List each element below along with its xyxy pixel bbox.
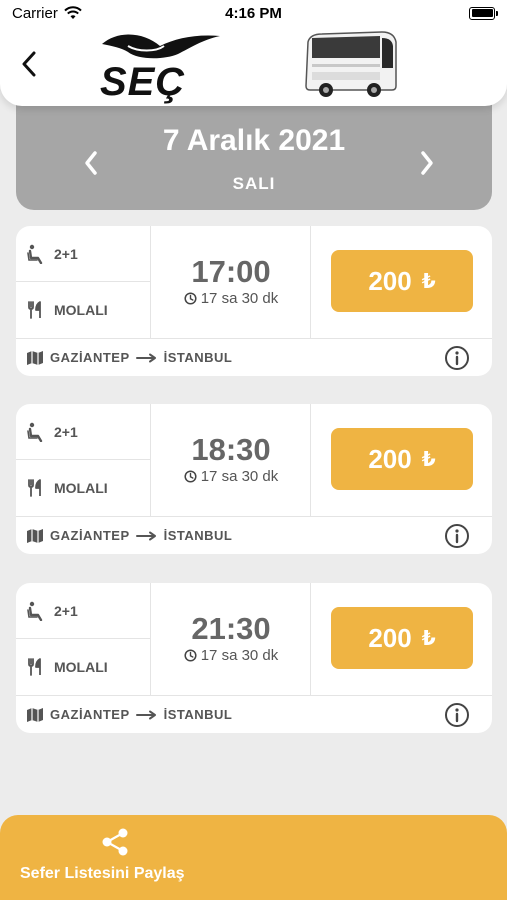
fork-knife-icon xyxy=(28,658,41,676)
clock-icon xyxy=(184,292,197,305)
break-label: MOLALI xyxy=(54,480,108,496)
status-left: Carrier xyxy=(12,5,82,22)
battery-icon xyxy=(469,6,498,20)
route-destination: İSTANBUL xyxy=(163,707,233,722)
seat-layout-label: 2+1 xyxy=(54,423,78,440)
break-info: MOLALI xyxy=(16,460,151,516)
price-button[interactable]: 200 ₺ xyxy=(331,250,473,312)
price-value: 200 xyxy=(368,622,412,653)
route-row: GAZİANTEP İSTANBUL xyxy=(16,516,492,554)
seat-icon xyxy=(27,601,43,621)
route-origin: GAZİANTEP xyxy=(50,350,130,365)
departure-time: 21:30 xyxy=(191,611,271,646)
seat-layout: 2+1 xyxy=(16,226,151,282)
share-list-button[interactable]: Sefer Listesini Paylaş xyxy=(0,815,507,900)
trip-duration: 17 sa 30 dk xyxy=(152,647,310,664)
seat-layout: 2+1 xyxy=(16,404,151,460)
seat-layout-label: 2+1 xyxy=(54,602,78,619)
bird-logo-icon xyxy=(102,34,220,59)
back-button[interactable] xyxy=(14,46,44,82)
price-button[interactable]: 200 ₺ xyxy=(331,428,473,490)
info-icon[interactable] xyxy=(444,702,470,728)
currency-symbol: ₺ xyxy=(421,270,436,293)
share-icon xyxy=(102,828,128,856)
price-value: 200 xyxy=(368,265,412,296)
price-button[interactable]: 200 ₺ xyxy=(331,607,473,669)
trip-card[interactable]: 2+1 MOLALI 18:30 17 sa 30 dk 200 ₺ GAZİA… xyxy=(16,404,492,554)
info-icon[interactable] xyxy=(444,523,470,549)
currency-symbol: ₺ xyxy=(421,448,436,471)
arrow-right-icon xyxy=(135,710,156,719)
route-origin: GAZİANTEP xyxy=(50,707,130,722)
chevron-right-icon xyxy=(421,151,433,175)
chevron-left-icon xyxy=(22,51,36,77)
seat-layout: 2+1 xyxy=(16,583,151,639)
map-icon xyxy=(27,350,43,365)
currency-symbol: ₺ xyxy=(421,627,436,650)
fork-knife-icon xyxy=(28,479,41,497)
route-row: GAZİANTEP İSTANBUL xyxy=(16,695,492,733)
map-icon xyxy=(27,707,43,722)
seat-icon xyxy=(27,422,43,442)
trip-duration: 17 sa 30 dk xyxy=(152,468,310,485)
route-origin: GAZİANTEP xyxy=(50,528,130,543)
wifi-icon xyxy=(64,6,82,19)
info-icon[interactable] xyxy=(444,345,470,371)
next-day-button[interactable] xyxy=(412,148,442,178)
departure-time: 17:00 xyxy=(191,254,271,289)
map-icon xyxy=(27,528,43,543)
break-label: MOLALI xyxy=(54,302,108,318)
status-bar: Carrier 4:16 PM xyxy=(0,0,507,26)
duration-label: 17 sa 30 dk xyxy=(200,290,279,307)
trip-card[interactable]: 2+1 MOLALI 17:00 17 sa 30 dk 200 ₺ GAZİA… xyxy=(16,226,492,376)
arrow-right-icon xyxy=(135,531,156,540)
duration-label: 17 sa 30 dk xyxy=(200,468,279,485)
trip-card[interactable]: 2+1 MOLALI 21:30 17 sa 30 dk 200 ₺ GAZİA… xyxy=(16,583,492,733)
arrow-right-icon xyxy=(135,353,156,362)
break-label: MOLALI xyxy=(54,659,108,675)
share-label: Sefer Listesini Paylaş xyxy=(20,865,185,882)
break-info: MOLALI xyxy=(16,282,151,338)
route-destination: İSTANBUL xyxy=(163,350,233,365)
date-selector: 7 Aralık 2021 SALI xyxy=(16,100,492,210)
seat-icon xyxy=(27,244,43,264)
logo-text: SEÇ xyxy=(100,60,186,104)
duration-label: 17 sa 30 dk xyxy=(200,647,279,664)
trip-duration: 17 sa 30 dk xyxy=(152,290,310,307)
clock-icon xyxy=(184,470,197,483)
seat-layout-label: 2+1 xyxy=(54,245,78,262)
departure-time: 18:30 xyxy=(191,432,271,467)
carrier-label: Carrier xyxy=(12,4,58,22)
bus-image xyxy=(305,31,397,97)
route-row: GAZİANTEP İSTANBUL xyxy=(16,338,492,376)
break-info: MOLALI xyxy=(16,639,151,695)
app-header: SEÇ xyxy=(0,26,507,106)
fork-knife-icon xyxy=(28,301,41,319)
route-destination: İSTANBUL xyxy=(163,528,233,543)
price-value: 200 xyxy=(368,443,412,474)
clock-icon xyxy=(184,649,197,662)
brand-logo: SEÇ xyxy=(98,30,224,104)
